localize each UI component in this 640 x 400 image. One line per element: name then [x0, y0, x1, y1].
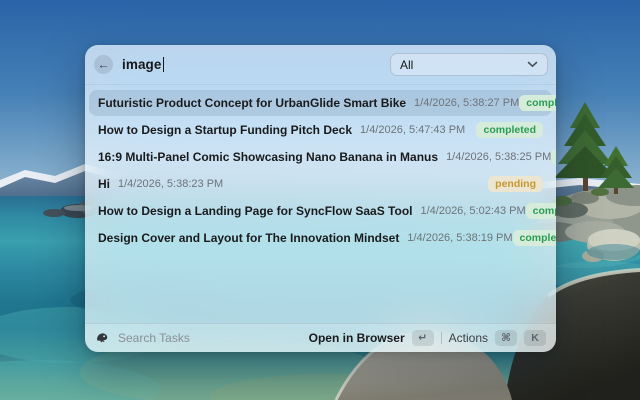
back-button[interactable]: ← [94, 55, 113, 74]
task-title: Hi [98, 177, 110, 191]
task-timestamp: 1/4/2026, 5:02:43 PM [420, 205, 526, 217]
actions-button[interactable]: Actions [449, 331, 488, 345]
task-row[interactable]: How to Design a Landing Page for SyncFlo… [89, 198, 556, 224]
desktop: ← image All Futuristic Product Concept f… [0, 0, 640, 400]
search-query-text: image [122, 57, 162, 72]
task-row[interactable]: Design Cover and Layout for The Innovati… [89, 225, 556, 251]
back-arrow-icon: ← [97, 57, 110, 71]
task-title: Design Cover and Layout for The Innovati… [98, 231, 400, 245]
status-badge: completed [525, 203, 556, 219]
task-title: Futuristic Product Concept for UrbanGlid… [98, 96, 407, 110]
status-badge: completed [512, 230, 556, 246]
footer-search-placeholder: Search Tasks [118, 331, 190, 345]
palette-footer: Search Tasks Open in Browser ↵ Actions ⌘… [85, 323, 556, 352]
status-badge: completed [519, 95, 556, 111]
manus-logo-icon [95, 331, 109, 345]
task-row[interactable]: Futuristic Product Concept for UrbanGlid… [89, 90, 556, 116]
task-title: How to Design a Landing Page for SyncFlo… [98, 204, 413, 218]
filter-selected-label: All [400, 57, 414, 72]
k-keycap: K [524, 330, 546, 346]
task-timestamp: 1/4/2026, 5:38:19 PM [407, 232, 513, 244]
task-title: How to Design a Startup Funding Pitch De… [98, 123, 353, 137]
task-row[interactable]: Hi 1/4/2026, 5:38:23 PM pending [89, 171, 552, 197]
task-row[interactable]: How to Design a Startup Funding Pitch De… [89, 117, 552, 143]
task-list: Futuristic Product Concept for UrbanGlid… [85, 85, 556, 252]
search-input[interactable]: image [122, 57, 165, 72]
task-timestamp: 1/4/2026, 5:38:27 PM [414, 97, 520, 109]
task-timestamp: 1/4/2026, 5:47:43 PM [360, 124, 466, 136]
text-caret [162, 57, 165, 72]
status-badge: pending [488, 176, 543, 192]
chevron-down-icon [527, 61, 538, 67]
command-keycap: ⌘ [495, 330, 517, 346]
status-badge: completed [551, 149, 556, 165]
task-row[interactable]: 16:9 Multi-Panel Comic Showcasing Nano B… [89, 144, 556, 170]
task-timestamp: 1/4/2026, 5:38:25 PM [446, 151, 552, 163]
palette-header: ← image All [85, 45, 556, 85]
status-badge: completed [476, 122, 543, 138]
task-timestamp: 1/4/2026, 5:38:23 PM [118, 178, 224, 190]
footer-divider [440, 332, 442, 344]
task-title: 16:9 Multi-Panel Comic Showcasing Nano B… [98, 150, 439, 164]
task-search-palette: ← image All Futuristic Product Concept f… [85, 45, 556, 352]
filter-dropdown[interactable]: All [390, 53, 548, 76]
enter-keycap: ↵ [411, 330, 434, 346]
open-in-browser-button[interactable]: Open in Browser [309, 331, 405, 345]
palette-empty-area [85, 252, 556, 323]
footer-actions-group: Open in Browser ↵ Actions ⌘ K [309, 330, 546, 346]
